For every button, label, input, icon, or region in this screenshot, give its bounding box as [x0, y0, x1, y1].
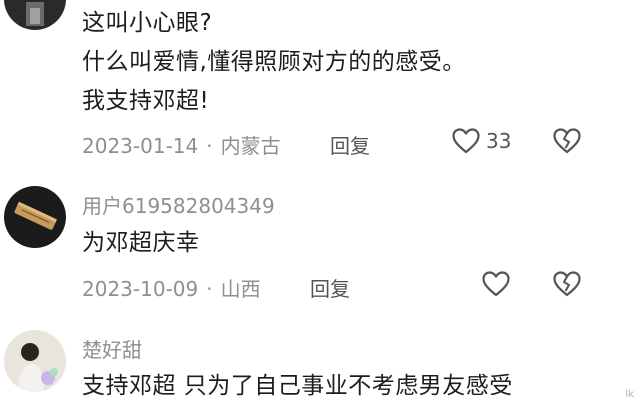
comment-text-line: 为邓超庆幸 [82, 230, 200, 256]
avatar[interactable] [4, 186, 66, 248]
watermark: lk [625, 389, 634, 400]
comment-location: 内蒙古 [220, 134, 281, 158]
comment-text-line: 支持邓超 只为了自己事业不考虑男友感受 [82, 373, 513, 399]
comment-location: 山西 [220, 277, 261, 301]
comment-date: 2023-10-09 [82, 277, 199, 301]
broken-heart-icon [553, 128, 581, 154]
like-button[interactable]: 33 [452, 128, 511, 154]
heart-outline-icon [452, 128, 480, 154]
comment-text-line: 什么叫爱情,懂得照顾对方的的感受。 [82, 49, 466, 75]
comment-text-line: 我支持邓超! [82, 88, 210, 114]
heart-outline-icon [482, 271, 510, 297]
avatar[interactable] [4, 0, 66, 30]
comment-meta: 2023-10-09 · 山西 [82, 273, 261, 302]
broken-heart-icon [553, 271, 581, 297]
like-count: 33 [486, 129, 512, 153]
avatar[interactable] [4, 330, 66, 392]
comment-1: 这叫小心眼? 什么叫爱情,懂得照顾对方的的感受。 我支持邓超! 2023-01-… [0, 0, 640, 170]
reply-button[interactable]: 回复 [310, 273, 350, 302]
username[interactable]: 楚好甜 [82, 334, 142, 363]
separator: · [206, 134, 213, 158]
comment-text-line: 这叫小心眼? [82, 10, 213, 36]
like-button[interactable] [482, 271, 510, 297]
comment-date: 2023-01-14 [82, 134, 199, 158]
comment-3: 楚好甜 支持邓超 只为了自己事业不考虑男友感受 [0, 320, 640, 410]
dislike-button[interactable] [553, 271, 581, 297]
comment-2: 用户619582804349 为邓超庆幸 2023-10-09 · 山西 回复 [0, 170, 640, 320]
username[interactable]: 用户619582804349 [82, 190, 275, 219]
separator: · [206, 277, 213, 301]
reply-button[interactable]: 回复 [330, 130, 370, 159]
comment-meta: 2023-01-14 · 内蒙古 [82, 130, 281, 159]
dislike-button[interactable] [553, 128, 581, 154]
